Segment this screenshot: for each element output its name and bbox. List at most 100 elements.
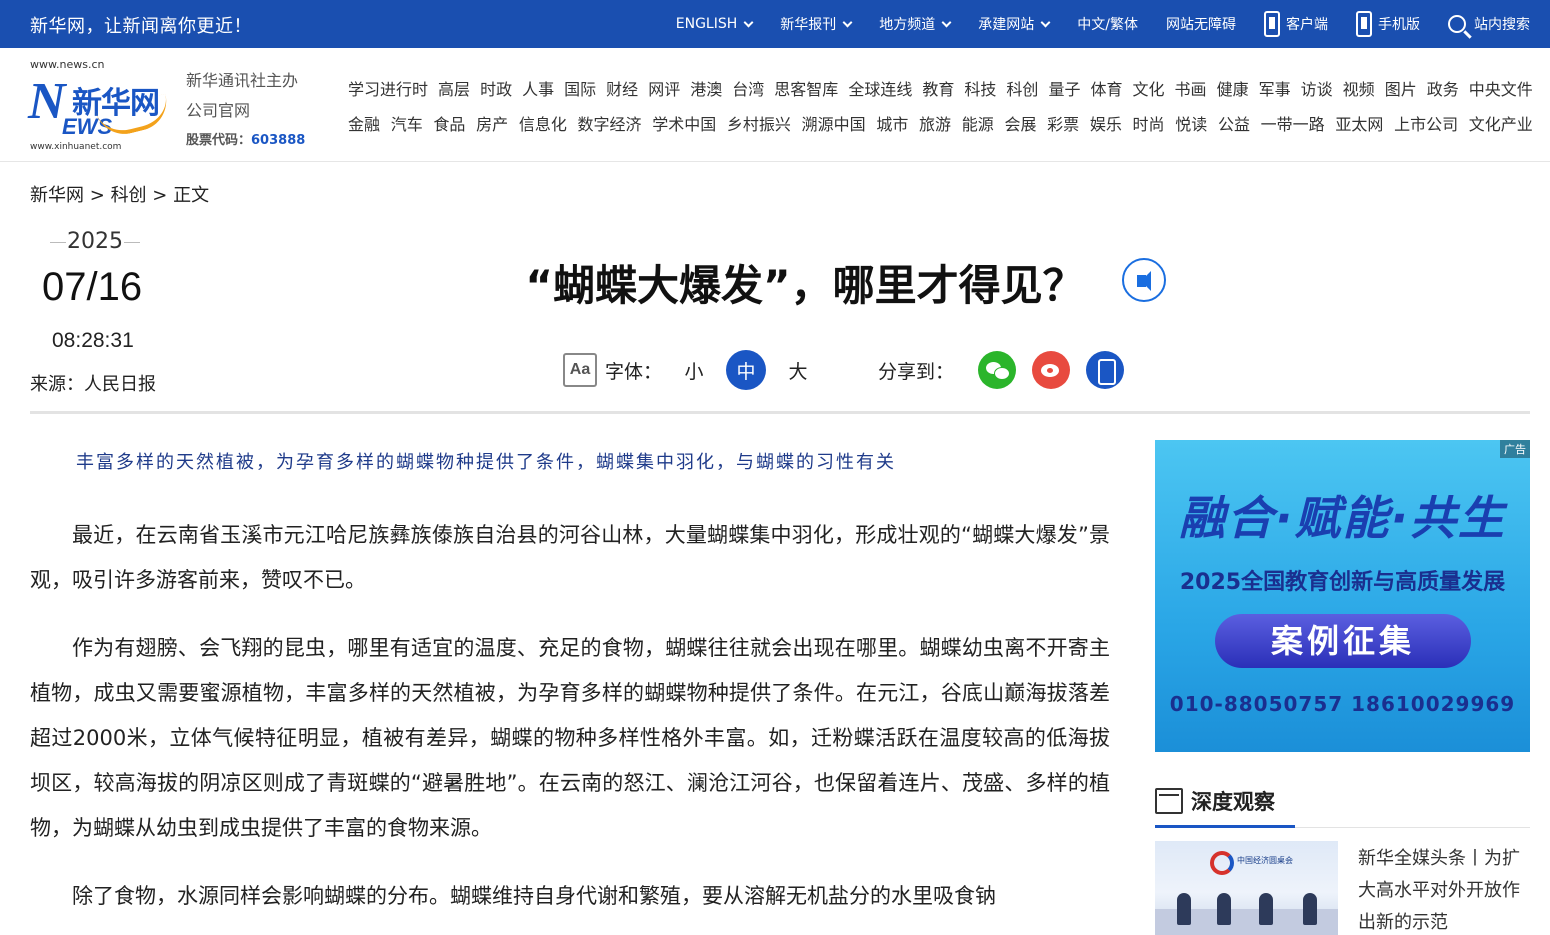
channel-link[interactable]: 图片 bbox=[1385, 75, 1417, 110]
org-line-1: 新华通讯社主办 bbox=[186, 71, 299, 90]
wechat-icon[interactable] bbox=[978, 351, 1017, 389]
channel-link[interactable]: 彩票 bbox=[1047, 110, 1079, 145]
top-nav: ENGLISH 新华报刊 地方频道 承建网站 中文/繁体 网站无障碍 客户端 手… bbox=[648, 0, 1530, 48]
channel-link[interactable]: 上市公司 bbox=[1394, 110, 1458, 145]
channel-link[interactable]: 城市 bbox=[876, 110, 908, 145]
channel-link[interactable]: 食品 bbox=[433, 110, 465, 145]
nav-newspapers[interactable]: 新华报刊 bbox=[780, 14, 853, 34]
channel-link[interactable]: 军事 bbox=[1259, 75, 1291, 110]
article-summary: 丰富多样的天然植被，为孕育多样的蝴蝶物种提供了条件，蝴蝶集中羽化，与蝴蝶的习性有… bbox=[76, 452, 896, 473]
channel-link[interactable]: 数字经济 bbox=[578, 110, 642, 145]
section-underline bbox=[1155, 825, 1295, 828]
channel-link[interactable]: 溯源中国 bbox=[802, 110, 866, 145]
chevron-down-icon bbox=[842, 17, 853, 27]
thumb-caption: 中国经济圆桌会 bbox=[1237, 856, 1293, 865]
xinhuanet-logo[interactable]: www.news.cn N 新华网 EWS www.xinhuanet.com bbox=[28, 58, 178, 154]
stock-label: 股票代码： bbox=[186, 133, 252, 148]
article-body: 最近，在云南省玉溪市元江哈尼族彝族傣族自治县的河谷山林，大量蝴蝶集中羽化，形成壮… bbox=[30, 513, 1110, 935]
channel-link[interactable]: 悦读 bbox=[1175, 110, 1207, 145]
font-small-button[interactable]: 小 bbox=[674, 350, 714, 390]
channel-link[interactable]: 政务 bbox=[1427, 75, 1459, 110]
channel-link[interactable]: 科创 bbox=[1006, 75, 1038, 110]
breadcrumb-separator: > bbox=[152, 185, 168, 206]
mobile-icon[interactable] bbox=[1086, 351, 1125, 389]
channel-link[interactable]: 亚太网 bbox=[1335, 110, 1383, 145]
channel-link[interactable]: 港澳 bbox=[690, 75, 722, 110]
channel-link[interactable]: 娱乐 bbox=[1090, 110, 1122, 145]
top-bar: 新华网，让新闻离你更近！ ENGLISH 新华报刊 地方频道 承建网站 中文/繁… bbox=[0, 0, 1550, 48]
channel-link[interactable]: 体育 bbox=[1090, 75, 1122, 110]
channel-link[interactable]: 能源 bbox=[962, 110, 994, 145]
nav-mobile-label: 手机版 bbox=[1378, 17, 1420, 33]
nav-built-sites[interactable]: 承建网站 bbox=[978, 14, 1051, 34]
weibo-icon[interactable] bbox=[1032, 351, 1071, 389]
nav-client[interactable]: 客户端 bbox=[1264, 11, 1328, 37]
nav-accessibility[interactable]: 网站无障碍 bbox=[1166, 14, 1236, 34]
book-icon bbox=[1155, 788, 1183, 814]
channel-link[interactable]: 文化产业 bbox=[1469, 110, 1533, 145]
breadcrumb: 新华网 > 科创 > 正文 bbox=[30, 181, 209, 207]
phone-icon bbox=[1356, 11, 1372, 37]
ad-cta-button[interactable]: 案例征集 bbox=[1215, 614, 1471, 668]
deep-observation-title: 深度观察 bbox=[1191, 790, 1275, 814]
channel-link[interactable]: 文化 bbox=[1133, 75, 1165, 110]
channel-link[interactable]: 财经 bbox=[606, 75, 638, 110]
site-slogan: 新华网，让新闻离你更近！ bbox=[30, 16, 252, 37]
channel-link[interactable]: 思客智库 bbox=[774, 75, 838, 110]
channel-link[interactable]: 公益 bbox=[1218, 110, 1250, 145]
channel-link[interactable]: 台湾 bbox=[732, 75, 764, 110]
channel-link[interactable]: 教育 bbox=[922, 75, 954, 110]
channel-link[interactable]: 金融 bbox=[348, 110, 380, 145]
channel-link[interactable]: 时政 bbox=[480, 75, 512, 110]
channel-link[interactable]: 信息化 bbox=[519, 110, 567, 145]
channel-link[interactable]: 一带一路 bbox=[1261, 110, 1325, 145]
org-line-2: 公司官网 bbox=[186, 101, 251, 120]
channel-link[interactable]: 高层 bbox=[438, 75, 470, 110]
deep-observation-header: 深度观察 bbox=[1155, 784, 1530, 828]
chevron-down-icon bbox=[743, 17, 754, 27]
deep-news-link[interactable]: 新华全媒头条丨为扩大高水平对外开放作出新的示范 bbox=[1358, 843, 1533, 935]
speaker-icon bbox=[1137, 271, 1151, 291]
person bbox=[1303, 893, 1317, 925]
channel-link[interactable]: 视频 bbox=[1343, 75, 1375, 110]
channel-link[interactable]: 房产 bbox=[476, 110, 508, 145]
nav-search-label: 站内搜索 bbox=[1474, 17, 1530, 33]
article-paragraph: 除了食物，水源同样会影响蝴蝶的分布。蝴蝶维持自身代谢和繁殖，要从溶解无机盐分的水… bbox=[72, 884, 996, 908]
channel-link[interactable]: 会展 bbox=[1004, 110, 1036, 145]
channel-link[interactable]: 科技 bbox=[964, 75, 996, 110]
publish-year: 2025 bbox=[50, 229, 140, 254]
channel-link[interactable]: 学习进行时 bbox=[348, 75, 428, 110]
channel-link[interactable]: 汽车 bbox=[391, 110, 423, 145]
channel-link[interactable]: 量子 bbox=[1048, 75, 1080, 110]
nav-site-search[interactable]: 站内搜索 bbox=[1448, 14, 1530, 34]
channel-link[interactable]: 健康 bbox=[1217, 75, 1249, 110]
nav-local-channels[interactable]: 地方频道 bbox=[879, 14, 952, 34]
channel-link[interactable]: 旅游 bbox=[919, 110, 951, 145]
channel-link[interactable]: 人事 bbox=[522, 75, 554, 110]
channel-link[interactable]: 学术中国 bbox=[652, 110, 716, 145]
channel-link[interactable]: 时尚 bbox=[1133, 110, 1165, 145]
channel-link[interactable]: 全球连线 bbox=[848, 75, 912, 110]
channel-link[interactable]: 书画 bbox=[1175, 75, 1207, 110]
channel-link[interactable]: 中央文件 bbox=[1469, 75, 1533, 110]
sidebar-ad-banner[interactable]: 广告 融合·赋能·共生 2025全国教育创新与高质量发展 案例征集 010-88… bbox=[1155, 440, 1530, 752]
channel-link[interactable]: 网评 bbox=[648, 75, 680, 110]
person bbox=[1177, 893, 1191, 925]
breadcrumb-home[interactable]: 新华网 bbox=[30, 185, 84, 206]
nav-english[interactable]: ENGLISH bbox=[676, 16, 754, 32]
nav-chinese-traditional[interactable]: 中文/繁体 bbox=[1077, 14, 1138, 34]
font-large-button[interactable]: 大 bbox=[778, 350, 818, 390]
audio-play-button[interactable] bbox=[1122, 258, 1166, 302]
nav-mobile[interactable]: 手机版 bbox=[1356, 11, 1420, 37]
news-thumbnail[interactable]: 中国经济圆桌会 bbox=[1155, 841, 1338, 935]
font-medium-button[interactable]: 中 bbox=[726, 350, 767, 390]
channel-row-1: 学习进行时 高层 时政 人事 国际 财经 网评 港澳 台湾 思客智库 全球连线 教育 科技 科创 量子 体育文… bbox=[348, 75, 1533, 110]
org-info: 新华通讯社主办 公司官网 股票代码：603888 bbox=[186, 66, 305, 156]
stock-info: 股票代码：603888 bbox=[186, 126, 305, 156]
channel-link[interactable]: 访谈 bbox=[1301, 75, 1333, 110]
channel-link[interactable]: 国际 bbox=[564, 75, 596, 110]
breadcrumb-section[interactable]: 科创 bbox=[111, 185, 147, 206]
share-label: 分享到： bbox=[878, 360, 955, 383]
nav-cn-label: 中文/繁体 bbox=[1077, 17, 1138, 33]
channel-link[interactable]: 乡村振兴 bbox=[727, 110, 791, 145]
